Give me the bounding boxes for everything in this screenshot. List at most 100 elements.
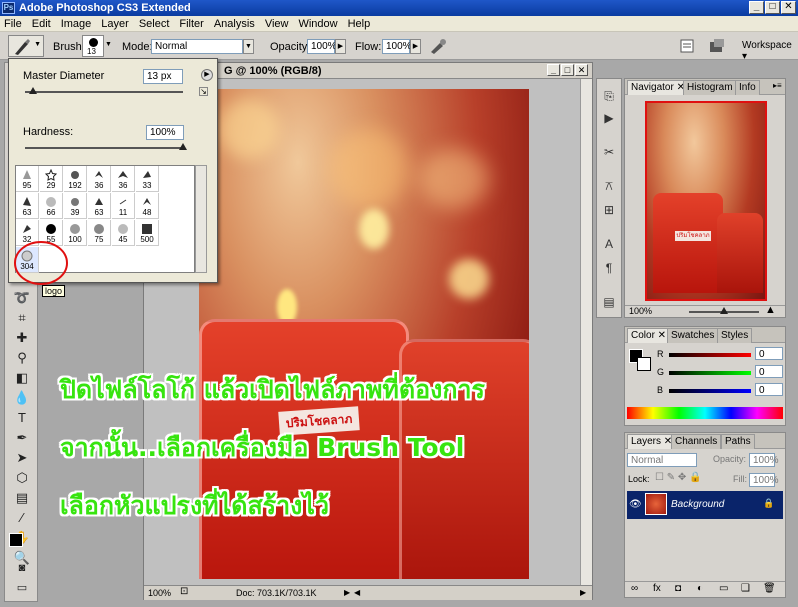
tab-styles[interactable]: Styles: [717, 328, 753, 343]
brush-preset[interactable]: 36: [88, 166, 111, 192]
brush-preset[interactable]: 63: [88, 193, 111, 219]
eyedropper-tool-icon[interactable]: ⁄: [10, 508, 34, 528]
new-layer-icon[interactable]: ❑: [741, 583, 750, 594]
brush-preset[interactable]: 63: [16, 193, 39, 219]
vertical-scrollbar[interactable]: [580, 79, 592, 585]
blend-mode-select[interactable]: Normal: [627, 453, 697, 467]
screen-mode-icon[interactable]: ▭: [10, 578, 34, 598]
zoom-slider-thumb[interactable]: [720, 307, 728, 314]
tool-preset-picker[interactable]: ▼: [8, 35, 44, 57]
menu-help[interactable]: Help: [348, 18, 371, 30]
brush-preset[interactable]: 39: [64, 193, 87, 219]
pen-tool-icon[interactable]: ✒: [10, 428, 34, 448]
workspace-menu[interactable]: Workspace ▾: [742, 40, 798, 62]
layer-opacity-input[interactable]: 100%: [749, 453, 779, 467]
fx-icon[interactable]: fx: [653, 583, 661, 594]
mode-select[interactable]: Normal: [151, 39, 243, 54]
mode-dropdown-arrow[interactable]: ▼: [243, 39, 254, 54]
brush-preset[interactable]: 48: [136, 193, 159, 219]
tab-color[interactable]: Color ✕: [627, 328, 671, 343]
brush-preset[interactable]: 11: [112, 193, 135, 219]
green-value[interactable]: 0: [755, 365, 783, 378]
diameter-slider-thumb[interactable]: [29, 87, 37, 94]
doc-close-button[interactable]: ✕: [575, 64, 588, 76]
red-slider[interactable]: [669, 353, 751, 357]
paragraph-icon[interactable]: ¶: [600, 259, 618, 277]
tab-layers[interactable]: Layers ✕: [627, 434, 677, 449]
adjustment-icon[interactable]: ◐: [697, 583, 703, 594]
opacity-input[interactable]: 100%: [307, 39, 337, 54]
bridge-icon[interactable]: [708, 37, 728, 55]
maximize-button[interactable]: □: [765, 1, 780, 14]
status-icon[interactable]: ⊡: [180, 585, 188, 599]
brush-preset[interactable]: 75: [88, 220, 111, 246]
brush-preset[interactable]: 500: [136, 220, 159, 246]
airbrush-icon[interactable]: [428, 37, 448, 55]
menu-image[interactable]: Image: [61, 18, 92, 30]
stamp-tool-icon[interactable]: ⚲: [10, 348, 34, 368]
notes-tool-icon[interactable]: ▤: [10, 488, 34, 508]
brush-preview-button[interactable]: 13: [82, 35, 104, 57]
master-diameter-slider[interactable]: [25, 91, 183, 93]
brush-dropdown-icon[interactable]: ▼: [105, 41, 112, 48]
blue-value[interactable]: 0: [755, 383, 783, 396]
brush-preset[interactable]: 192: [64, 166, 87, 192]
tab-histogram[interactable]: Histogram: [683, 80, 737, 95]
green-slider[interactable]: [669, 371, 751, 375]
actions-icon[interactable]: ▶: [600, 109, 618, 127]
brush-preset[interactable]: 33: [136, 166, 159, 192]
crop-tool-icon[interactable]: ⌗: [10, 308, 34, 328]
shape-tool-icon[interactable]: ⬡: [10, 468, 34, 488]
tab-channels[interactable]: Channels: [671, 434, 722, 449]
brush-preset[interactable]: 29: [40, 166, 63, 192]
reset-size-icon[interactable]: ↘: [199, 87, 208, 96]
brush-preset[interactable]: 66: [40, 193, 63, 219]
red-value[interactable]: 0: [755, 347, 783, 360]
brush-options-menu-icon[interactable]: ▶: [201, 69, 213, 81]
doc-minimize-button[interactable]: _: [547, 64, 560, 76]
history-icon[interactable]: ⎘: [600, 87, 618, 105]
doc-maximize-button[interactable]: □: [561, 64, 574, 76]
tab-paths[interactable]: Paths: [721, 434, 755, 449]
zoom-level[interactable]: 100%: [148, 586, 171, 600]
character-icon[interactable]: A: [600, 235, 618, 253]
menu-select[interactable]: Select: [139, 18, 170, 30]
tab-info[interactable]: Info: [735, 80, 760, 95]
brushes-icon[interactable]: ⚻: [600, 177, 618, 195]
color-bg-swatch[interactable]: [637, 357, 651, 371]
hardness-slider[interactable]: [25, 147, 185, 149]
trash-icon[interactable]: 🗑: [763, 583, 776, 594]
menu-layer[interactable]: Layer: [101, 18, 129, 30]
blue-slider[interactable]: [669, 389, 751, 393]
tab-swatches[interactable]: Swatches: [667, 328, 719, 343]
text-tool-icon[interactable]: T: [10, 408, 34, 428]
fill-input[interactable]: 100%: [749, 473, 779, 487]
menu-analysis[interactable]: Analysis: [214, 18, 255, 30]
lock-icons[interactable]: ☐ ✎ ✥ 🔒: [655, 472, 702, 483]
clone-source-icon[interactable]: ⊞: [600, 201, 618, 219]
flow-input[interactable]: 100%: [382, 39, 412, 54]
brush-preset[interactable]: 95: [16, 166, 39, 192]
close-button[interactable]: ✕: [781, 1, 796, 14]
layer-name[interactable]: Background: [671, 499, 724, 510]
navigator-zoom[interactable]: 100%: [629, 306, 652, 316]
tool-presets-icon[interactable]: ✂: [600, 143, 618, 161]
hardness-input[interactable]: 100%: [146, 125, 184, 140]
brush-preset[interactable]: 45: [112, 220, 135, 246]
color-spectrum-bar[interactable]: [627, 407, 783, 419]
menu-edit[interactable]: Edit: [32, 18, 51, 30]
brush-preset[interactable]: 36: [112, 166, 135, 192]
flow-slider-arrow[interactable]: ▶: [410, 39, 421, 54]
minimize-button[interactable]: _: [749, 1, 764, 14]
master-diameter-input[interactable]: 13 px: [143, 69, 183, 84]
menu-view[interactable]: View: [265, 18, 289, 30]
brush-grid-scrollbar[interactable]: [195, 165, 207, 273]
mask-icon[interactable]: ◘: [675, 583, 681, 594]
quick-mask-icon[interactable]: ◙: [10, 558, 34, 578]
group-icon[interactable]: ▭: [719, 583, 728, 594]
layer-comps-icon[interactable]: ▤: [600, 293, 618, 311]
hardness-slider-thumb[interactable]: [179, 143, 187, 150]
blur-tool-icon[interactable]: 💧: [10, 388, 34, 408]
path-select-tool-icon[interactable]: ➤: [10, 448, 34, 468]
menu-file[interactable]: File: [4, 18, 22, 30]
